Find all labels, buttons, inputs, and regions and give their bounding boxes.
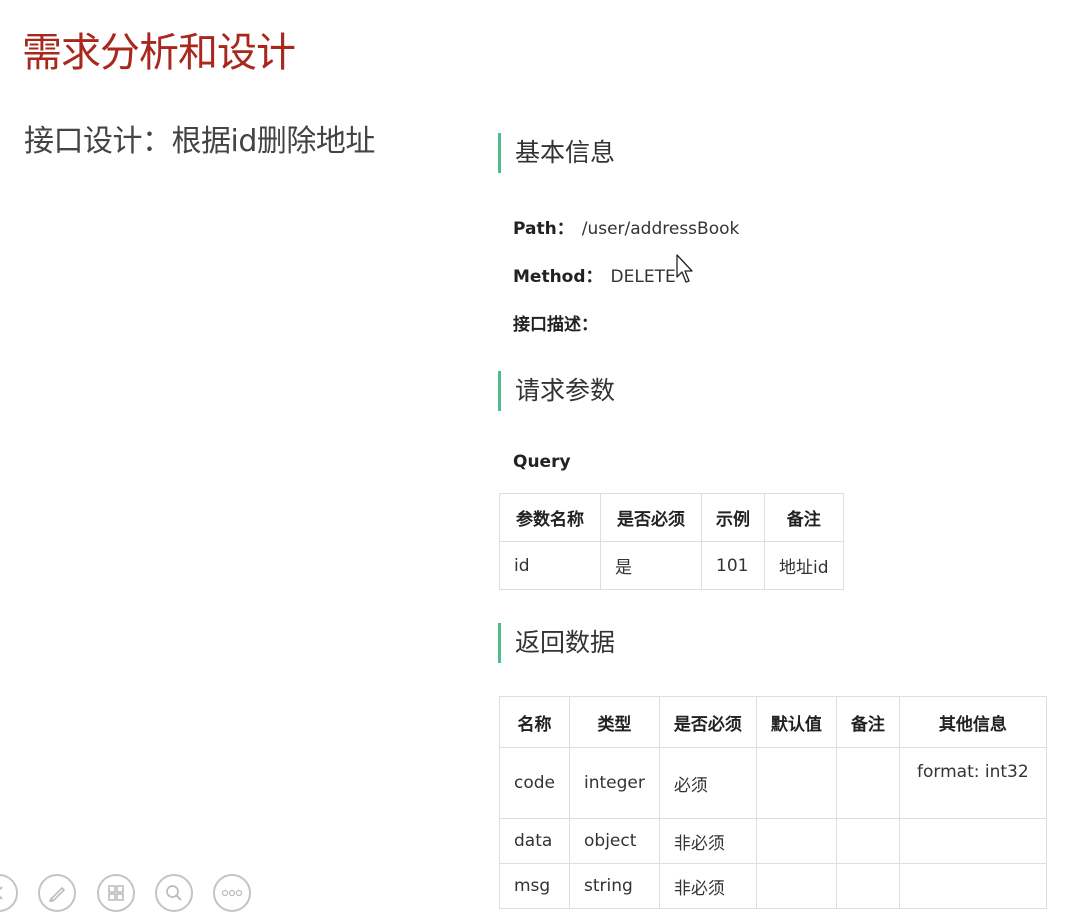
more-icon[interactable] bbox=[213, 874, 251, 912]
path-label: Path： bbox=[513, 219, 574, 239]
column-header: 参数名称 bbox=[499, 493, 601, 542]
arrow-icon[interactable] bbox=[0, 874, 18, 912]
table-cell: 必须 bbox=[658, 747, 757, 819]
query-label: Query bbox=[513, 452, 571, 472]
query-params-table: 参数名称 是否必须 示例 备注 id 是 101 地址id bbox=[499, 493, 844, 590]
slide-title: 需求分析和设计 bbox=[22, 30, 296, 76]
table-cell: code bbox=[499, 747, 570, 819]
column-header: 类型 bbox=[569, 696, 660, 748]
table-cell bbox=[898, 818, 1047, 864]
table-cell bbox=[835, 863, 900, 909]
table-cell: 地址id bbox=[764, 541, 844, 590]
column-header: 名称 bbox=[499, 696, 570, 748]
section-basic-info: 基本信息 bbox=[498, 133, 615, 173]
table-cell: format: int32 bbox=[898, 747, 1047, 819]
table-cell bbox=[835, 747, 900, 819]
table-cell bbox=[898, 863, 1047, 909]
table-cell: 是 bbox=[600, 541, 702, 590]
path-row: Path： /user/addressBook bbox=[513, 214, 739, 239]
table-row: data object 非必须 bbox=[499, 818, 1047, 864]
section-response: 返回数据 bbox=[498, 623, 615, 663]
table-cell: integer bbox=[569, 747, 660, 819]
column-header: 备注 bbox=[835, 696, 900, 748]
table-row: id 是 101 地址id bbox=[499, 541, 844, 590]
method-row: Method： DELETE bbox=[513, 262, 676, 287]
table-cell: id bbox=[499, 541, 601, 590]
column-header: 是否必须 bbox=[600, 493, 702, 542]
table-cell: data bbox=[499, 818, 570, 864]
table-row: msg string 非必须 bbox=[499, 863, 1047, 909]
table-cell: 非必须 bbox=[658, 863, 757, 909]
table-cell bbox=[755, 747, 837, 819]
table-cell bbox=[755, 863, 837, 909]
path-value: /user/addressBook bbox=[581, 219, 740, 239]
slide-subtitle: 接口设计：根据id删除地址 bbox=[24, 124, 375, 159]
column-header: 是否必须 bbox=[658, 696, 757, 748]
table-cell: 101 bbox=[701, 541, 765, 590]
response-table: 名称 类型 是否必须 默认值 备注 其他信息 code integer 必须 f… bbox=[499, 696, 1047, 909]
mouse-cursor-icon bbox=[676, 254, 693, 283]
table-cell: object bbox=[569, 818, 660, 864]
grid-icon[interactable] bbox=[97, 874, 135, 912]
method-value: DELETE bbox=[610, 267, 676, 287]
table-cell bbox=[835, 818, 900, 864]
column-header: 默认值 bbox=[755, 696, 837, 748]
table-cell: string bbox=[569, 863, 660, 909]
pen-icon[interactable] bbox=[38, 874, 76, 912]
section-request-params: 请求参数 bbox=[498, 371, 615, 411]
description-label: 接口描述： bbox=[513, 315, 598, 335]
column-header: 示例 bbox=[701, 493, 765, 542]
table-header-row: 名称 类型 是否必须 默认值 备注 其他信息 bbox=[499, 696, 1047, 748]
table-row: code integer 必须 format: int32 bbox=[499, 747, 1047, 819]
table-header-row: 参数名称 是否必须 示例 备注 bbox=[499, 493, 844, 542]
method-label: Method： bbox=[513, 267, 603, 287]
table-cell bbox=[755, 818, 837, 864]
column-header: 其他信息 bbox=[898, 696, 1047, 748]
zoom-icon[interactable] bbox=[155, 874, 193, 912]
table-cell: 非必须 bbox=[658, 818, 757, 864]
table-cell: msg bbox=[499, 863, 570, 909]
description-row: 接口描述： bbox=[513, 310, 598, 335]
column-header: 备注 bbox=[764, 493, 844, 542]
